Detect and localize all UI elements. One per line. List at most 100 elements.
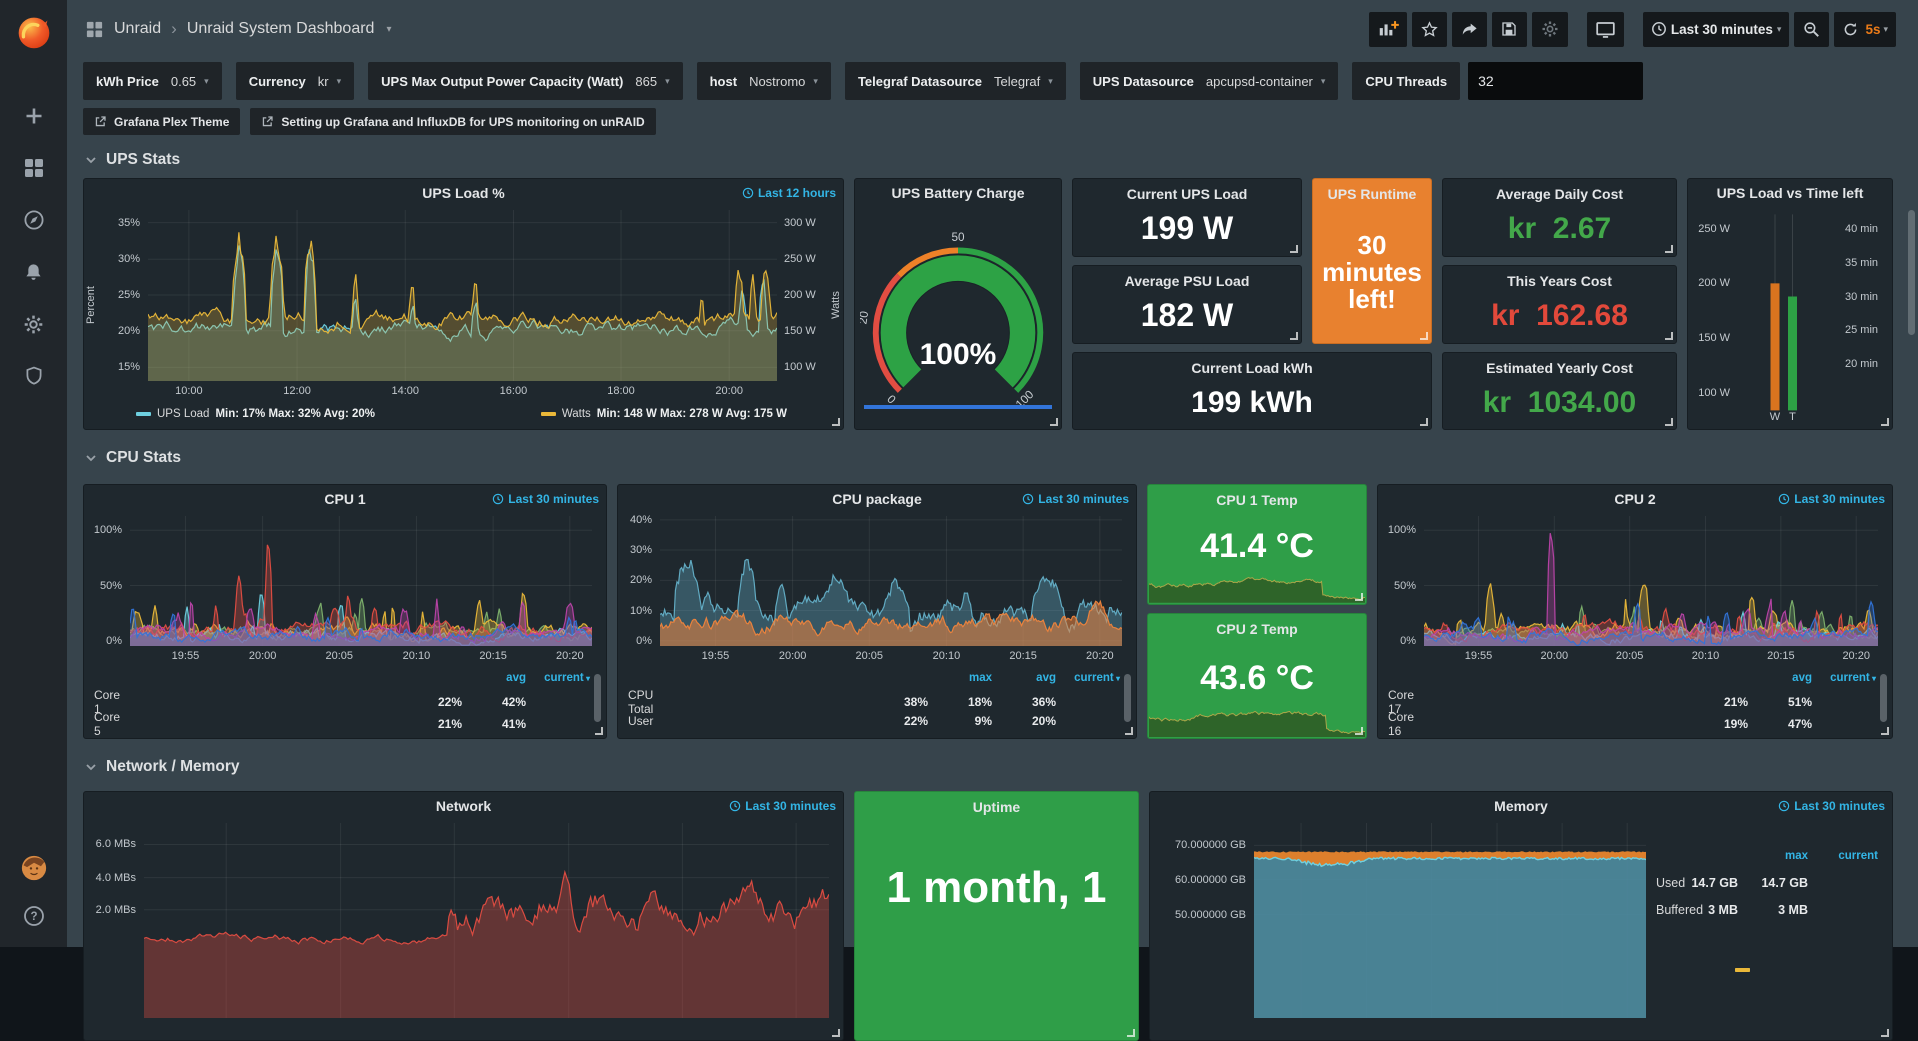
dashboard-grid-icon[interactable]	[85, 20, 104, 39]
legend-row[interactable]: Core 521%41%	[94, 710, 590, 732]
star-button[interactable]	[1412, 12, 1447, 47]
caret-down-icon: ▾	[204, 76, 209, 87]
variable-ups-max-output[interactable]: UPS Max Output Power Capacity (Watt) 865…	[368, 62, 682, 100]
cpu1-legend: avgcurrent ▾ Core 122%42%Core 521%41%	[84, 666, 606, 738]
variable-telegraf-datasource[interactable]: Telegraf Datasource Telegraf ▾	[845, 62, 1066, 100]
y-axis-left: 250 W200 W150 W100 W	[1688, 210, 1738, 429]
server-admin-shield-icon[interactable]	[21, 363, 47, 389]
svg-text:20: 20	[860, 310, 871, 325]
variable-kwh-price[interactable]: kWh Price 0.65 ▾	[83, 62, 222, 100]
section-ups-stats[interactable]: UPS Stats	[85, 148, 1893, 172]
external-link-icon	[261, 115, 274, 128]
explore-compass-icon[interactable]	[21, 207, 47, 233]
time-range-picker[interactable]: Last 30 minutes ▾	[1643, 12, 1790, 47]
zoom-out-button[interactable]	[1794, 12, 1829, 47]
panel-time-override[interactable]: Last 12 hours	[742, 186, 836, 200]
page-scrollbar[interactable]	[1908, 210, 1915, 335]
cycle-view-monitor-button[interactable]	[1587, 12, 1624, 47]
caret-down-icon: ▾	[337, 76, 342, 87]
legend-row[interactable]: Core 122%42%	[94, 688, 590, 710]
legend-col-avg[interactable]: avg	[992, 672, 1056, 684]
time-range-label: Last 30 minutes	[1671, 22, 1773, 37]
settings-gear-button[interactable]	[1532, 12, 1568, 47]
legend-watts[interactable]: Watts Min: 148 W Max: 278 W Avg: 175 W	[541, 408, 787, 420]
legend-col-avg[interactable]: avg	[1748, 672, 1812, 684]
legend-scrollbar[interactable]	[594, 674, 601, 722]
legend-row[interactable]: User22%9%20%	[628, 710, 1120, 732]
legend-scrollbar[interactable]	[1124, 674, 1131, 722]
section-cpu-stats[interactable]: CPU Stats	[85, 446, 1893, 470]
ups-load-chart[interactable]	[148, 210, 777, 381]
alerting-bell-icon[interactable]	[21, 259, 47, 285]
legend-col-current[interactable]: current ▾	[526, 672, 590, 684]
legend-row[interactable]: CPU Total38%18%36%	[628, 688, 1120, 710]
legend-col-current[interactable]: current ▾	[1812, 672, 1876, 684]
panel-title[interactable]: UPS Battery Charge	[855, 179, 1061, 207]
chevron-down-icon	[85, 453, 97, 463]
y-axis-left: 100%50%0%	[84, 516, 130, 646]
legend-row[interactable]: Core 1619%47%	[1388, 710, 1876, 732]
clock-icon	[742, 187, 754, 199]
clock-icon	[1651, 21, 1667, 37]
panel-time-override[interactable]: Last 30 minutes	[1022, 492, 1129, 506]
legend-scrollbar[interactable]	[1880, 674, 1887, 722]
clock-icon	[1778, 493, 1790, 505]
link-ups-monitoring-guide[interactable]: Setting up Grafana and InfluxDB for UPS …	[250, 108, 655, 135]
y-axis-left: 100%50%0%	[1378, 516, 1424, 646]
load-vs-time-chart[interactable]	[1738, 210, 1838, 429]
legend-row[interactable]: Core 1721%51%	[1388, 688, 1876, 710]
cpu1-chart[interactable]	[130, 516, 592, 646]
add-icon[interactable]	[21, 103, 47, 129]
series-color-dash	[1735, 968, 1750, 972]
variable-host[interactable]: host Nostromo ▾	[697, 62, 831, 100]
grafana-logo-icon[interactable]	[11, 9, 57, 55]
variable-currency[interactable]: Currency kr ▾	[236, 62, 354, 100]
configuration-gear-icon[interactable]	[21, 311, 47, 337]
user-avatar[interactable]	[21, 855, 47, 881]
panel-average-daily-cost: Average Daily Cost kr 2.67	[1442, 178, 1677, 257]
panel-time-override[interactable]: Last 30 minutes	[492, 492, 599, 506]
legend-row[interactable]: Used14.7 GB14.7 GB	[1656, 869, 1878, 896]
add-panel-button[interactable]	[1369, 12, 1407, 47]
breadcrumb-current[interactable]: Unraid System Dashboard	[187, 20, 375, 38]
network-chart[interactable]	[144, 823, 829, 1018]
share-button[interactable]	[1452, 12, 1487, 47]
refresh-picker[interactable]: 5s ▾	[1834, 12, 1896, 47]
cpu-threads-input[interactable]	[1468, 62, 1643, 100]
panel-time-override[interactable]: Last 30 minutes	[1778, 492, 1885, 506]
stat-value: kr 1034.00	[1443, 376, 1676, 429]
panel-time-override[interactable]: Last 30 minutes	[729, 799, 836, 813]
y-axis-left: 35%30%25%20%15%	[84, 210, 148, 381]
link-grafana-plex-theme[interactable]: Grafana Plex Theme	[83, 108, 240, 135]
time-range-caret-icon: ▾	[1777, 24, 1782, 35]
cpu-package-chart[interactable]	[660, 516, 1122, 646]
legend-row[interactable]: Buffered3 MB3 MB	[1656, 896, 1878, 923]
legend-col-max[interactable]: max	[1738, 850, 1808, 862]
dashboards-icon[interactable]	[21, 155, 47, 181]
legend-col-avg[interactable]: avg	[462, 672, 526, 684]
dashboard-submenu: kWh Price 0.65 ▾ Currency kr ▾ UPS Max O…	[83, 62, 1893, 135]
legend-col-current[interactable]: current	[1808, 850, 1878, 862]
legend-col-current[interactable]: current ▾	[1056, 672, 1120, 684]
cpu2-chart[interactable]	[1424, 516, 1878, 646]
panel-time-override[interactable]: Last 30 minutes	[1778, 799, 1885, 813]
save-button[interactable]	[1492, 12, 1527, 47]
legend-ups-load[interactable]: UPS Load Min: 17% Max: 32% Avg: 20%	[136, 408, 375, 420]
panel-memory: Memory Last 30 minutes 70.000000 GB60.00…	[1149, 791, 1893, 1041]
memory-chart[interactable]	[1254, 823, 1646, 1018]
breadcrumb-caret-icon[interactable]: ▾	[386, 24, 391, 35]
help-icon[interactable]: ?	[21, 903, 47, 929]
panel-title[interactable]: UPS Load %	[84, 179, 843, 207]
clock-icon	[492, 493, 504, 505]
x-axis: WT	[1738, 407, 1838, 423]
breadcrumb-root[interactable]: Unraid	[114, 20, 161, 38]
section-network-memory[interactable]: Network / Memory	[85, 755, 1893, 779]
panel-current-load-kwh: Current Load kWh 199 kWh	[1072, 352, 1432, 430]
panel-title[interactable]: UPS Load vs Time left	[1688, 179, 1892, 207]
variable-cpu-threads: CPU Threads	[1352, 62, 1643, 100]
stat-value: kr 2.67	[1443, 202, 1676, 256]
refresh-interval-label: 5s	[1865, 22, 1880, 37]
variable-ups-datasource[interactable]: UPS Datasource apcupsd-container ▾	[1080, 62, 1339, 100]
legend-col-max[interactable]: max	[928, 672, 992, 684]
stat-value: 199 kWh	[1073, 376, 1431, 429]
